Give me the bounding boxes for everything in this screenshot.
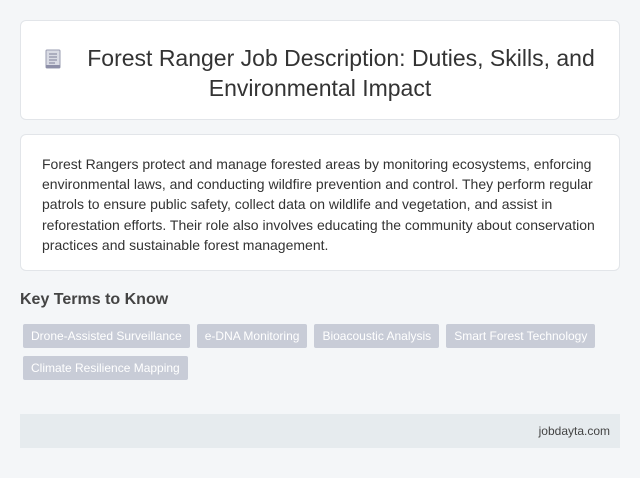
key-terms-heading: Key Terms to Know — [20, 291, 169, 308]
title-card: Forest Ranger Job Description: Duties, S… — [20, 20, 620, 120]
key-terms-tags: Drone-Assisted Surveillance e-DNA Monito… — [23, 324, 603, 380]
tag-bioacoustic-analysis[interactable]: Bioacoustic Analysis — [314, 324, 440, 348]
tag-smart-forest-technology[interactable]: Smart Forest Technology — [446, 324, 596, 348]
footer: jobdayta.com — [20, 414, 620, 448]
description-card: Forest Rangers protect and manage forest… — [20, 134, 620, 271]
description-text: Forest Rangers protect and manage forest… — [42, 156, 595, 253]
page-title: Forest Ranger Job Description: Duties, S… — [21, 43, 619, 103]
document-icon — [45, 49, 61, 69]
footer-site-link[interactable]: jobdayta.com — [539, 424, 610, 438]
page-title-text: Forest Ranger Job Description: Duties, S… — [87, 45, 595, 101]
tag-e-dna-monitoring[interactable]: e-DNA Monitoring — [196, 324, 308, 348]
tag-drone-assisted-surveillance[interactable]: Drone-Assisted Surveillance — [23, 324, 190, 348]
tag-climate-resilience-mapping[interactable]: Climate Resilience Mapping — [23, 356, 188, 380]
